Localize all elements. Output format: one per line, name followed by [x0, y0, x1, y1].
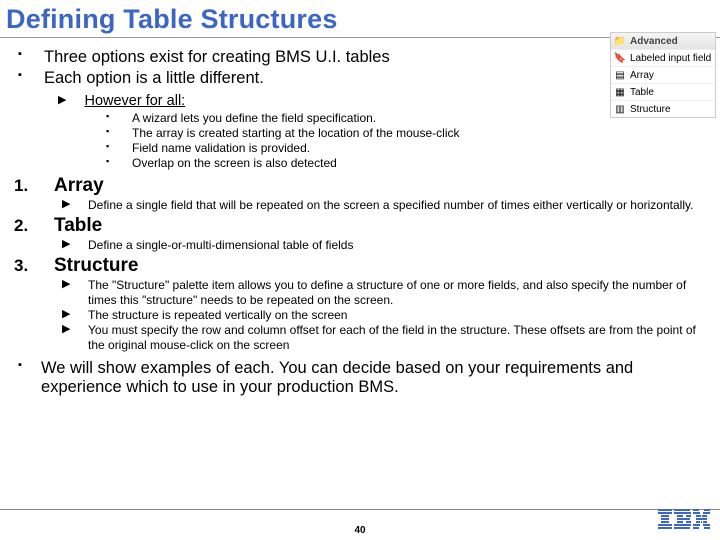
square-bullet-icon: ▪: [18, 48, 28, 68]
ibm-logo: [658, 509, 710, 534]
triangle-bullet-icon: ▶: [62, 238, 70, 253]
option-heading-table: Table: [54, 215, 102, 237]
option-number: 1.: [14, 176, 36, 196]
however-point: Field name validation is provided.: [132, 141, 310, 156]
however-point: The array is created starting at the loc…: [132, 126, 460, 141]
option-number: 2.: [14, 216, 36, 236]
square-bullet-icon: ▪: [106, 111, 114, 126]
square-bullet-icon: ▪: [106, 141, 114, 156]
option-heading-structure: Structure: [54, 255, 138, 277]
closing-line: We will show examples of each. You can d…: [41, 359, 710, 399]
however-point: A wizard lets you define the field speci…: [132, 111, 376, 126]
option-detail: The "Structure" palette item allows you …: [88, 278, 708, 308]
triangle-bullet-icon: ▶: [62, 308, 70, 323]
option-number: 3.: [14, 256, 36, 276]
option-detail: You must specify the row and column offs…: [88, 323, 708, 353]
triangle-bullet-icon: ▶: [62, 323, 70, 353]
page-number: 40: [354, 525, 365, 536]
triangle-bullet-icon: ▶: [62, 278, 70, 308]
square-bullet-icon: ▪: [106, 156, 114, 171]
triangle-bullet-icon: ▶: [58, 93, 66, 109]
slide-body: ▪ Three options exist for creating BMS U…: [0, 38, 720, 398]
intro-line: Three options exist for creating BMS U.I…: [44, 48, 390, 68]
square-bullet-icon: ▪: [18, 69, 28, 89]
however-label: However for all:: [84, 93, 185, 109]
however-point: Overlap on the screen is also detected: [132, 156, 337, 171]
triangle-bullet-icon: ▶: [62, 198, 70, 213]
square-bullet-icon: ▪: [18, 359, 25, 399]
option-heading-array: Array: [54, 175, 104, 197]
square-bullet-icon: ▪: [106, 126, 114, 141]
footer-divider: [0, 509, 720, 510]
option-detail: Define a single-or-multi-dimensional tab…: [88, 238, 353, 253]
option-detail: Define a single field that will be repea…: [88, 198, 693, 213]
intro-line: Each option is a little different.: [44, 69, 264, 89]
option-detail: The structure is repeated vertically on …: [88, 308, 347, 323]
